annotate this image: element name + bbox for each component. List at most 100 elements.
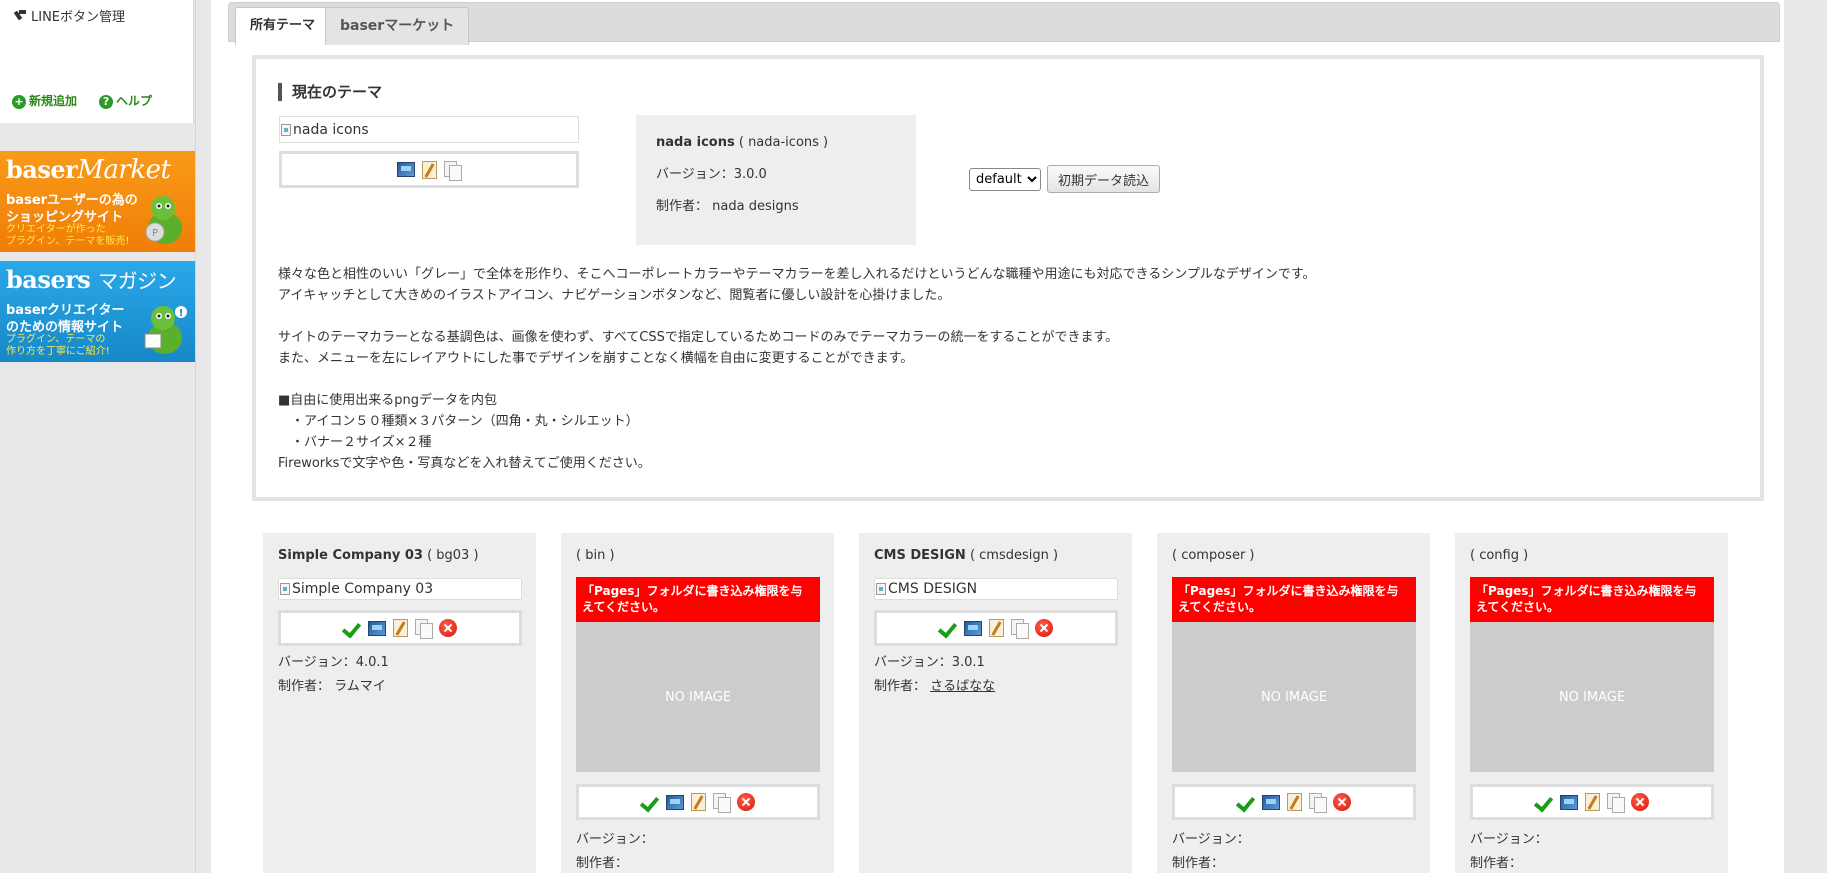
- baser-market-banner[interactable]: baserMarket baserユーザーの為の ショッピングサイト クリエイタ…: [0, 151, 195, 252]
- apply-check-icon[interactable]: [641, 793, 659, 811]
- delete-icon[interactable]: [1631, 793, 1649, 811]
- theme-card-info: バージョン： 制作者：: [576, 828, 654, 873]
- banner-small-text: プラグイン、テーマの: [6, 334, 106, 345]
- initial-data-select[interactable]: default: [969, 167, 1041, 191]
- copy-icon[interactable]: [1011, 619, 1029, 639]
- theme-card: ( config ) 「Pages」フォルダに書き込み権限を与えてください。 N…: [1455, 533, 1728, 873]
- tab-bar: 所有テーマ baserマーケット: [228, 2, 1780, 45]
- basers-magazine-banner[interactable]: basers マガジン baserクリエイター のための情報サイト プラグイン、…: [0, 261, 195, 362]
- permission-warning: 「Pages」フォルダに書き込み権限を与えてください。: [1172, 577, 1416, 622]
- theme-version: バージョン：: [1172, 832, 1250, 847]
- theme-title: nada icons ( nada-icons ): [656, 135, 896, 150]
- initial-data-controls: default 初期データ読込: [969, 165, 1161, 193]
- theme-version: バージョン：: [576, 832, 654, 847]
- theme-version: バージョン：4.0.1: [278, 655, 389, 670]
- description-line: ・バナー２サイズ×２種: [278, 435, 432, 450]
- no-image-placeholder: NO IMAGE: [1470, 622, 1714, 772]
- edit-icon[interactable]: [393, 619, 408, 637]
- screenshot-icon[interactable]: [1560, 794, 1578, 810]
- no-image-placeholder: NO IMAGE: [1172, 622, 1416, 772]
- edit-icon[interactable]: [1287, 793, 1302, 811]
- dragon-mascot-icon: !: [144, 306, 187, 354]
- edit-icon[interactable]: [691, 793, 706, 811]
- no-image-placeholder: NO IMAGE: [576, 622, 820, 772]
- theme-card-info: バージョン： 制作者：: [1470, 828, 1548, 873]
- apply-check-icon[interactable]: [1535, 793, 1553, 811]
- theme-card-title: ( composer ): [1172, 548, 1255, 563]
- copy-icon[interactable]: [444, 160, 462, 181]
- theme-version: バージョン：: [1470, 832, 1548, 847]
- banner-title: basers マガジン: [6, 265, 177, 294]
- theme-card-title: ( bin ): [576, 548, 615, 563]
- image-alt-text: CMS DESIGN: [888, 581, 978, 597]
- theme-version: バージョン：3.0.1: [874, 655, 985, 670]
- theme-card-info: バージョン： 制作者：: [1172, 828, 1250, 873]
- delete-icon[interactable]: [1333, 793, 1351, 811]
- theme-author: 制作者：: [1172, 856, 1225, 871]
- edit-icon[interactable]: [989, 619, 1004, 637]
- question-icon: ?: [99, 94, 114, 109]
- tab-baser-market[interactable]: baserマーケット: [325, 7, 470, 45]
- add-new-link[interactable]: + 新規追加: [12, 92, 77, 109]
- current-theme-heading: 現在のテーマ: [278, 83, 382, 101]
- image-alt-text: nada icons: [293, 121, 369, 138]
- apply-check-icon[interactable]: [343, 619, 361, 637]
- author-link[interactable]: さるばなな: [930, 679, 995, 694]
- copy-icon[interactable]: [1607, 793, 1625, 813]
- theme-card-title: ( config ): [1470, 548, 1529, 563]
- author-name: ラムマイ: [334, 679, 386, 694]
- theme-author: 制作者： さるばなな: [874, 679, 996, 694]
- sidebar-item-label: LINEボタン管理: [31, 10, 126, 25]
- apply-check-icon[interactable]: [1237, 793, 1255, 811]
- apply-check-icon[interactable]: [939, 619, 957, 637]
- delete-icon[interactable]: [737, 793, 755, 811]
- copy-icon[interactable]: [713, 793, 731, 813]
- copy-icon[interactable]: [1309, 793, 1327, 813]
- banner-small-text: クリエイターが作った: [6, 224, 106, 235]
- svg-text:!: !: [179, 308, 184, 319]
- broken-image-icon: [281, 123, 291, 136]
- screenshot-icon[interactable]: [1262, 794, 1280, 810]
- banner-small-text: 作り方を丁寧にご紹介!: [6, 346, 110, 357]
- current-theme-description: 様々な色と相性のいい「グレー」で全体を形作り、そこへコーポレートカラーやテーマカ…: [278, 264, 1678, 474]
- broken-image-icon: [280, 583, 290, 595]
- edit-icon[interactable]: [422, 160, 437, 179]
- load-initial-data-button[interactable]: 初期データ読込: [1047, 165, 1161, 193]
- svg-text:P: P: [152, 228, 158, 239]
- theme-author: 制作者： ラムマイ: [278, 679, 386, 694]
- description-line: また、メニューを左にレイアウトにした事でデザインを崩すことなく横幅を自由に変更す…: [278, 351, 914, 366]
- tab-owned-themes[interactable]: 所有テーマ: [235, 7, 331, 45]
- delete-icon[interactable]: [439, 619, 457, 637]
- screenshot-icon[interactable]: [666, 794, 684, 810]
- theme-author: 制作者： nada designs: [656, 195, 896, 214]
- banner-line: ショッピングサイト: [6, 210, 124, 225]
- copy-icon[interactable]: [415, 619, 433, 639]
- screenshot-icon[interactable]: [964, 620, 982, 636]
- permission-warning: 「Pages」フォルダに書き込み権限を与えてください。: [576, 577, 820, 622]
- pin-icon: [15, 9, 27, 22]
- sidebar-item-line-button[interactable]: LINEボタン管理: [15, 6, 125, 25]
- add-new-label: 新規追加: [29, 94, 78, 108]
- theme-card: Simple Company 03 ( bg03 ) Simple Compan…: [263, 533, 536, 873]
- image-alt-text: Simple Company 03: [292, 581, 434, 597]
- author-name: nada designs: [712, 199, 799, 214]
- help-link[interactable]: ? ヘルプ: [99, 92, 152, 109]
- description-line: ■自由に使用出来るpngデータを内包: [278, 393, 498, 408]
- author-label: 制作者：: [656, 199, 709, 214]
- current-theme-actions: [279, 151, 579, 188]
- banner-small-text: プラグイン、テーマを販売!: [6, 236, 130, 247]
- theme-card-screenshot: Simple Company 03: [278, 578, 522, 600]
- theme-card: ( composer ) 「Pages」フォルダに書き込み権限を与えてください。…: [1157, 533, 1430, 873]
- screenshot-icon[interactable]: [368, 620, 386, 636]
- theme-card-screenshot: CMS DESIGN: [874, 578, 1118, 600]
- theme-slug: ( nada-icons ): [738, 135, 829, 150]
- theme-card-actions: [1172, 784, 1416, 820]
- current-theme-panel: 現在のテーマ nada icons nada icons ( nada-icon…: [252, 55, 1764, 501]
- edit-icon[interactable]: [1585, 793, 1600, 811]
- permission-warning: 「Pages」フォルダに書き込み権限を与えてください。: [1470, 577, 1714, 622]
- page-margin-right: [1787, 0, 1827, 873]
- delete-icon[interactable]: [1035, 619, 1053, 637]
- broken-image-icon: [876, 583, 886, 595]
- screenshot-icon[interactable]: [397, 162, 415, 177]
- current-theme-screenshot: nada icons: [279, 116, 579, 143]
